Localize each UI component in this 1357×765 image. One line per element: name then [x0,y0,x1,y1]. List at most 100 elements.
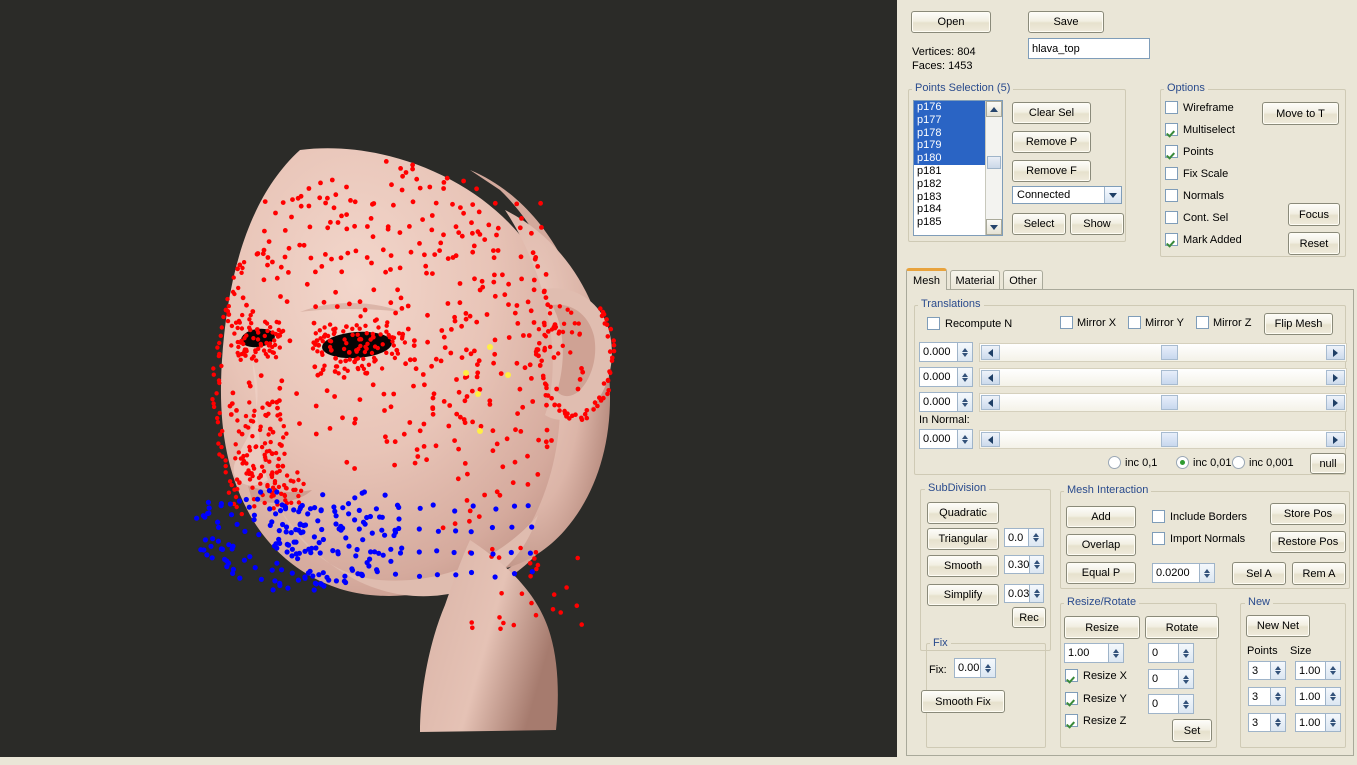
in-normal-slider[interactable] [979,430,1347,449]
smooth-spinner[interactable]: 0.30 [1004,555,1044,574]
points-list-scrollbar[interactable] [985,101,1002,235]
spinner-arrows-icon[interactable] [1029,585,1043,602]
spinner-arrows-icon[interactable] [957,368,972,386]
option-checkbox-cont-sel[interactable] [1165,211,1178,224]
scroll-down-icon[interactable] [986,219,1002,235]
set-button[interactable]: Set [1172,719,1212,742]
spinner-arrows-icon[interactable] [957,343,972,361]
option-checkbox-normals[interactable] [1165,189,1178,202]
scrollbar-thumb[interactable] [987,156,1001,169]
spinner-arrows-icon[interactable] [1270,688,1285,705]
option-checkbox-mark-added[interactable] [1165,233,1178,246]
size-x-spinner[interactable]: 1.00 [1295,661,1341,680]
rem-a-button[interactable]: Rem A [1292,562,1346,585]
threshold-spinner[interactable]: 0.0200 [1152,563,1215,583]
points-list-item[interactable]: p180 [914,152,985,165]
rotate-button[interactable]: Rotate [1145,616,1219,639]
new-net-button[interactable]: New Net [1246,615,1310,637]
slider-left-arrow-icon[interactable] [981,395,1000,410]
spinner-arrows-icon[interactable] [980,659,995,677]
slider-left-arrow-icon[interactable] [981,432,1000,447]
remove-p-button[interactable]: Remove P [1012,131,1091,153]
slider-right-arrow-icon[interactable] [1326,432,1345,447]
spinner-arrows-icon[interactable] [1178,670,1193,688]
sel-a-button[interactable]: Sel A [1232,562,1286,585]
slider-right-arrow-icon[interactable] [1326,345,1345,360]
resize-z-checkbox[interactable] [1065,714,1078,727]
slider-thumb[interactable] [1161,370,1179,385]
slider-left-arrow-icon[interactable] [981,345,1000,360]
flip-mesh-button[interactable]: Flip Mesh [1264,313,1333,335]
spinner-arrows-icon[interactable] [1325,662,1340,679]
points-list-item[interactable]: p182 [914,178,985,191]
remove-f-button[interactable]: Remove F [1012,160,1091,182]
rotate-y-spinner[interactable]: 0 [1148,669,1194,689]
slider-thumb[interactable] [1161,395,1179,410]
smooth-button[interactable]: Smooth [927,555,999,577]
null-button[interactable]: null [1310,453,1346,474]
resize-x-checkbox[interactable] [1065,669,1078,682]
fix-spinner[interactable]: 0.00 [954,658,996,678]
selection-mode-combo[interactable]: Connected [1012,186,1122,204]
translate-z-spinner[interactable]: 0.000 [919,392,973,412]
translate-y-slider[interactable] [979,368,1347,387]
triangular-spinner[interactable]: 0.0 [1004,528,1044,547]
rec-button[interactable]: Rec [1012,607,1046,628]
points-list-item[interactable]: p179 [914,139,985,153]
smooth-fix-button[interactable]: Smooth Fix [921,690,1005,713]
resize-button[interactable]: Resize [1064,616,1140,639]
option-checkbox-fix-scale[interactable] [1165,167,1178,180]
size-y-spinner[interactable]: 1.00 [1295,687,1341,706]
spinner-arrows-icon[interactable] [957,393,972,411]
spinner-arrows-icon[interactable] [1199,564,1214,582]
spinner-arrows-icon[interactable] [1108,644,1123,662]
spinner-arrows-icon[interactable] [957,430,972,448]
store-pos-button[interactable]: Store Pos [1270,503,1346,525]
rotate-x-spinner[interactable]: 0 [1148,643,1194,663]
spinner-arrows-icon[interactable] [1325,714,1340,731]
translate-z-slider[interactable] [979,393,1347,412]
tab-material[interactable]: Material [950,270,1000,290]
slider-thumb[interactable] [1161,432,1179,447]
size-z-spinner[interactable]: 1.00 [1295,713,1341,732]
simplify-spinner[interactable]: 0.03 [1004,584,1044,603]
save-button[interactable]: Save [1028,11,1104,33]
3d-viewport[interactable] [0,0,897,757]
mirror-y-checkbox[interactable] [1128,316,1141,329]
clear-sel-button[interactable]: Clear Sel [1012,102,1091,124]
resize-factor-spinner[interactable]: 1.00 [1064,643,1124,663]
equal-p-button[interactable]: Equal P [1066,562,1136,584]
filename-input[interactable]: hlava_top [1028,38,1150,59]
include-borders-checkbox[interactable] [1152,510,1165,523]
open-button[interactable]: Open [911,11,991,33]
tab-mesh[interactable]: Mesh [906,268,947,290]
triangular-button[interactable]: Triangular [927,528,999,550]
points-list-item[interactable]: p177 [914,113,985,127]
show-button[interactable]: Show [1070,213,1124,235]
mirror-x-checkbox[interactable] [1060,316,1073,329]
spinner-arrows-icon[interactable] [1270,662,1285,679]
quadratic-button[interactable]: Quadratic [927,502,999,524]
recompute-n-checkbox[interactable] [927,317,940,330]
select-button[interactable]: Select [1012,213,1066,235]
resize-y-checkbox[interactable] [1065,692,1078,705]
chevron-down-icon[interactable] [1104,187,1121,203]
move-to-t-button[interactable]: Move to T [1262,102,1339,125]
points-list-item[interactable]: p183 [914,191,985,204]
focus-button[interactable]: Focus [1288,203,1340,226]
points-list-item[interactable]: p184 [914,203,985,216]
option-checkbox-multiselect[interactable] [1165,123,1178,136]
spinner-arrows-icon[interactable] [1178,695,1193,713]
spinner-arrows-icon[interactable] [1028,529,1043,546]
points-list-item[interactable]: p185 [914,216,985,229]
points-list-item[interactable]: p181 [914,165,985,178]
points-z-spinner[interactable]: 3 [1248,713,1286,732]
points-list-item[interactable]: p176 [914,101,985,114]
spinner-arrows-icon[interactable] [1178,644,1193,662]
option-checkbox-points[interactable] [1165,145,1178,158]
slider-thumb[interactable] [1161,345,1179,360]
in-normal-spinner[interactable]: 0.000 [919,429,973,449]
simplify-button[interactable]: Simplify [927,584,999,606]
import-normals-checkbox[interactable] [1152,532,1165,545]
overlap-button[interactable]: Overlap [1066,534,1136,556]
